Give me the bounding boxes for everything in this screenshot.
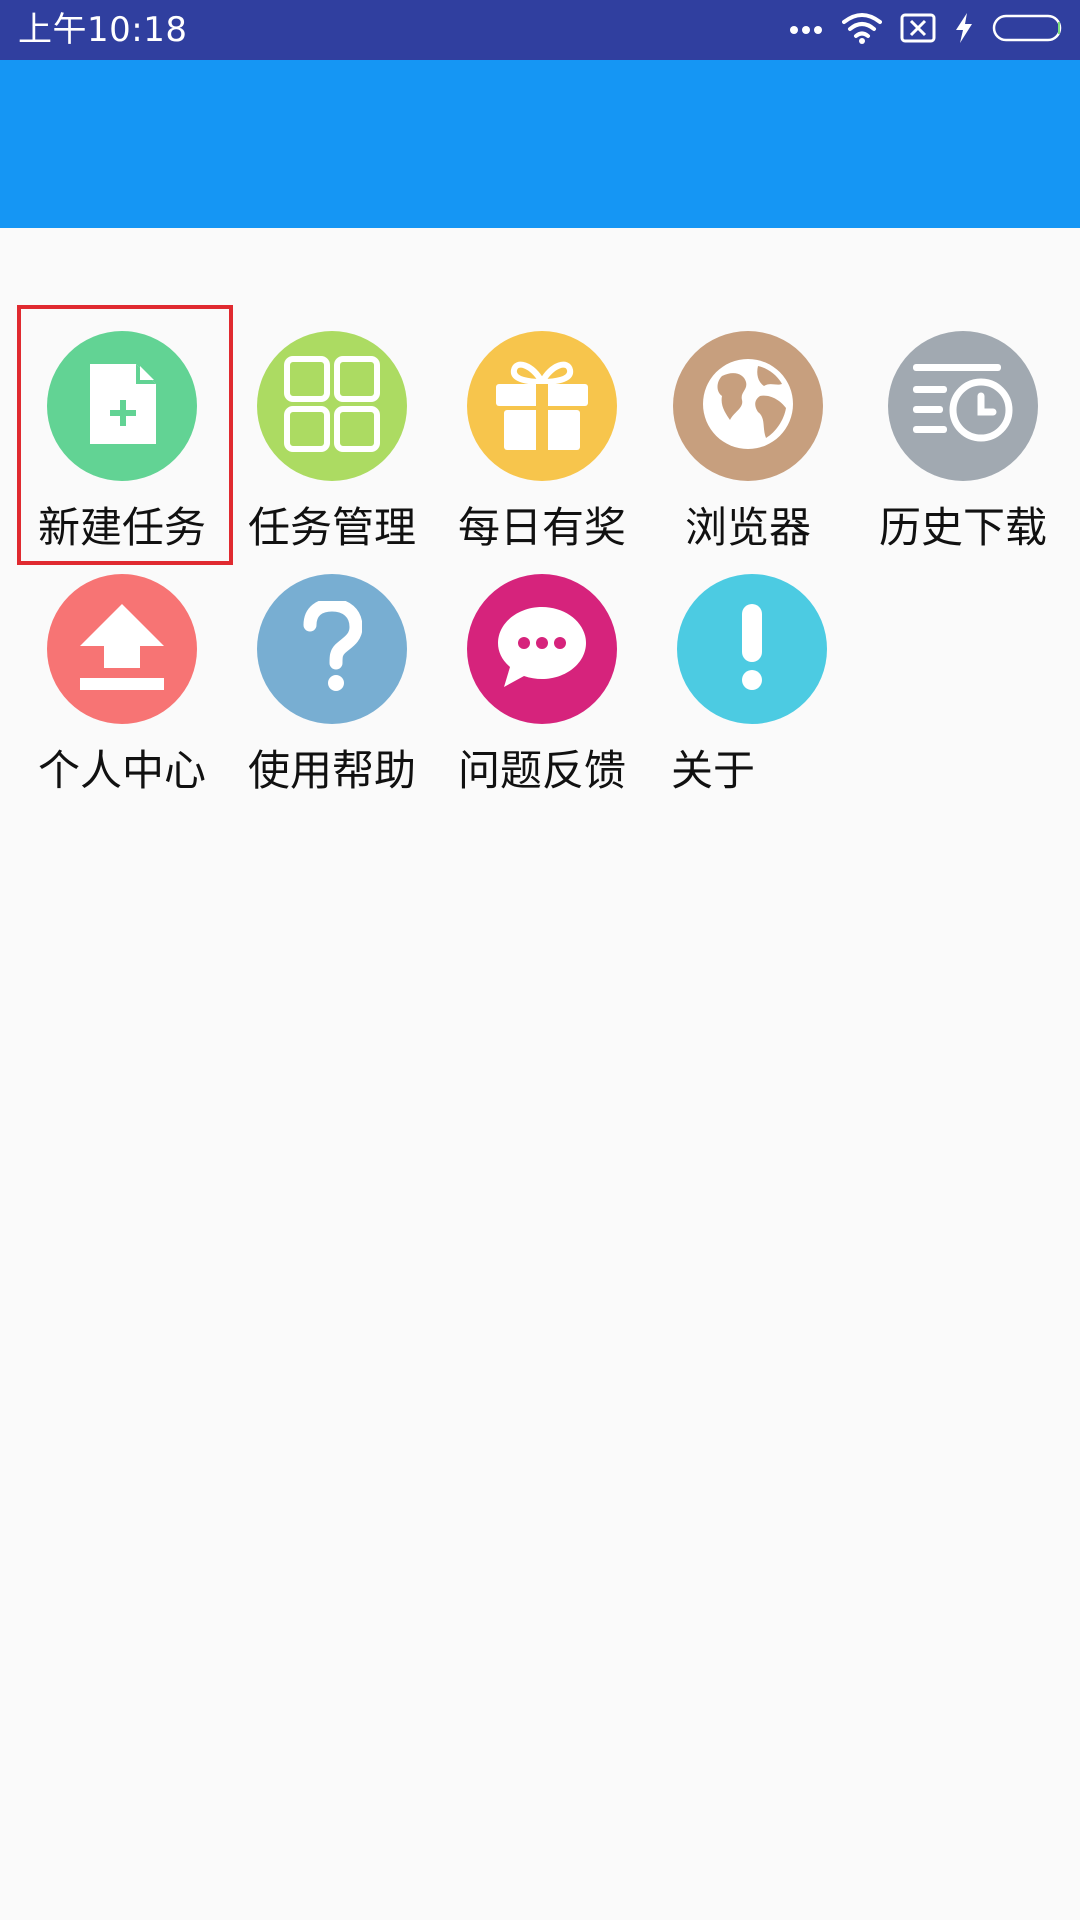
new-file-icon — [86, 362, 158, 450]
question-icon — [302, 598, 363, 697]
grid-item-task-management[interactable]: 任务管理 — [227, 305, 437, 565]
gift-icon — [492, 356, 592, 456]
grid-item-feedback[interactable]: 问题反馈 — [437, 548, 647, 808]
charging-bolt-icon — [954, 12, 974, 48]
battery-icon — [992, 13, 1064, 47]
grid-item-download-history[interactable]: 历史下载 — [858, 305, 1068, 565]
upload-icon — [74, 602, 170, 696]
grid-item-label: 使用帮助 — [247, 746, 416, 795]
grid-item-label: 新建任务 — [37, 503, 206, 552]
grid-item-daily-reward[interactable]: 每日有奖 — [437, 305, 647, 565]
wifi-icon — [842, 12, 882, 48]
personal-center-circle — [47, 574, 197, 724]
about-circle — [677, 574, 827, 724]
browser-circle — [673, 331, 823, 481]
status-bar: 上午10:18 — [0, 0, 1080, 60]
grid-item-help[interactable]: 使用帮助 — [227, 548, 437, 808]
grid-item-label: 历史下载 — [878, 503, 1047, 552]
grid-item-label: 浏览器 — [684, 503, 811, 552]
grid-item-label: 个人中心 — [37, 746, 206, 795]
grid-item-browser[interactable]: 浏览器 — [643, 305, 853, 565]
toolbar — [0, 60, 1080, 228]
help-circle — [257, 574, 407, 724]
sim-x-icon — [900, 13, 936, 47]
grid-item-new-task[interactable]: 新建任务 — [17, 305, 227, 565]
grid-item-label: 问题反馈 — [457, 746, 626, 795]
grid-item-label: 关于 — [671, 746, 756, 795]
more-dots-icon — [788, 21, 824, 40]
grid-item-personal-center[interactable]: 个人中心 — [17, 548, 227, 808]
history-clock-icon — [911, 362, 1015, 450]
chat-bubble-icon — [494, 603, 590, 695]
daily-reward-circle — [467, 331, 617, 481]
feedback-circle — [467, 574, 617, 724]
globe-icon — [700, 356, 796, 456]
grid-item-label: 任务管理 — [247, 503, 416, 552]
grid-icon — [283, 355, 381, 457]
status-time: 上午10:18 — [18, 10, 188, 50]
new-task-circle — [47, 331, 197, 481]
status-icons — [788, 12, 1064, 48]
download-history-circle — [888, 331, 1038, 481]
main-content: 新建任务 任务管理 每日有奖 浏览器 历史下载 个人中心 使用帮助 问题反馈 关… — [0, 228, 1080, 1920]
task-management-circle — [257, 331, 407, 481]
grid-item-label: 每日有奖 — [457, 503, 626, 552]
grid-item-about[interactable]: 关于 — [647, 548, 857, 808]
exclamation-icon — [737, 602, 767, 696]
